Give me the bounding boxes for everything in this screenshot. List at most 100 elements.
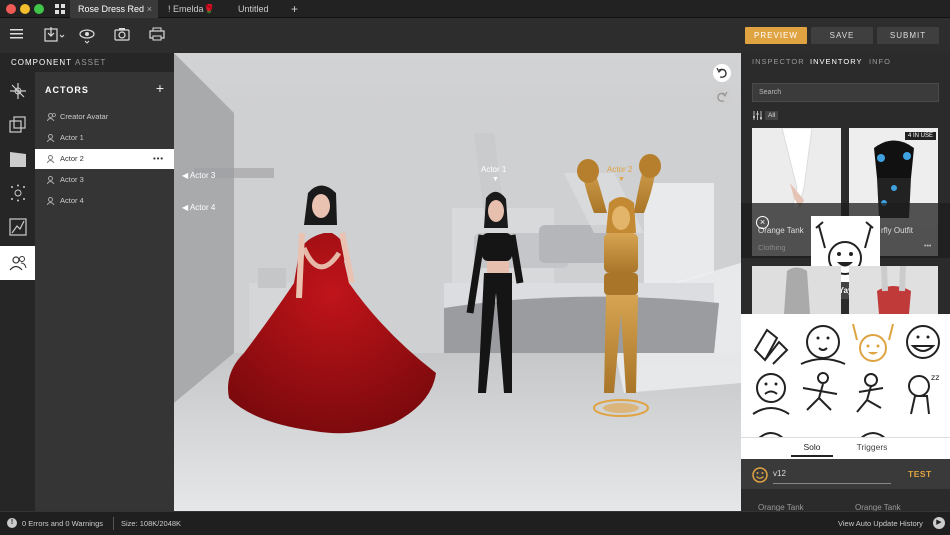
close-tab-icon[interactable]: × <box>147 0 152 18</box>
actor-label: Actor 2 <box>60 154 84 163</box>
actor-label: Actor 3 <box>60 175 84 184</box>
actor-4-marker[interactable]: ◀ Actor 4 <box>182 203 215 212</box>
emote-input-row: v12 TEST <box>741 459 950 489</box>
emote-dance[interactable] <box>797 370 849 420</box>
layers-icon <box>9 116 26 133</box>
new-tab-button[interactable]: + <box>283 0 303 18</box>
emote-sleep[interactable]: zz <box>901 370 950 420</box>
person-icon <box>47 176 55 184</box>
tab-inventory[interactable]: INVENTORY <box>810 57 862 66</box>
camera-icon[interactable] <box>114 27 130 43</box>
card-title: Orange Tank <box>855 503 901 511</box>
emote-shrug[interactable] <box>797 320 849 370</box>
face-emote-icon <box>800 325 846 365</box>
printer-icon[interactable] <box>149 27 165 43</box>
scene-viewport[interactable]: ◀ Actor 3 ◀ Actor 4 Actor 1 ▼ Actor 2 ▼ <box>174 53 741 511</box>
tab-solo[interactable]: Solo <box>791 442 833 457</box>
card-more-icon[interactable]: ••• <box>924 243 931 250</box>
tool-graph[interactable] <box>0 210 35 244</box>
more-icon[interactable]: ••• <box>153 149 164 169</box>
actor-item[interactable]: Actor 1 <box>35 128 174 148</box>
emote-clap[interactable] <box>747 320 799 370</box>
graph-icon <box>9 218 27 236</box>
undo-button[interactable] <box>713 64 731 82</box>
submit-button[interactable]: SUBMIT <box>877 27 939 44</box>
minimize-window-button[interactable] <box>20 4 30 14</box>
actor-3-marker[interactable]: ◀ Actor 3 <box>182 171 215 180</box>
bottom-card-band: Orange Tank Orange Tank <box>741 489 950 511</box>
grid-icon[interactable] <box>55 4 65 14</box>
filter-row: All <box>753 111 779 121</box>
actor-3-label: Actor 3 <box>189 171 216 180</box>
tab-inspector[interactable]: INSPECTOR <box>752 57 805 66</box>
tab-label: Untitled <box>238 4 269 14</box>
inventory-card[interactable] <box>849 266 938 314</box>
emote-text-input[interactable]: v12 <box>773 469 891 484</box>
tool-rail <box>0 72 35 511</box>
emote-yay[interactable] <box>849 320 901 370</box>
tab-rose-dress-red[interactable]: Rose Dress Red × <box>70 0 158 18</box>
eye-icon[interactable] <box>79 27 95 44</box>
tab-label: Rose Dress Red <box>78 4 145 14</box>
actor-item[interactable]: Actor 3 <box>35 170 174 190</box>
sleep-emote-icon: zz <box>908 373 939 415</box>
people-icon <box>9 256 27 271</box>
emote-kick[interactable] <box>849 370 901 420</box>
person-icon <box>47 197 55 205</box>
room-scene <box>174 53 741 511</box>
emote-grin[interactable] <box>901 320 950 370</box>
actor-1-pointer: ▼ <box>492 176 499 183</box>
actor-1-label[interactable]: Actor 1 <box>481 165 506 174</box>
left-panel: COMPONENT ASSET ACTORS + Creator Avatar <box>0 53 174 511</box>
tool-transform[interactable] <box>0 74 35 108</box>
yay-emote-icon <box>852 323 894 362</box>
emote-sad[interactable] <box>747 370 799 420</box>
actor-label: Actor 4 <box>60 196 84 205</box>
arrow-right-icon[interactable]: ▶ <box>933 517 945 529</box>
tool-particles[interactable] <box>0 176 35 210</box>
red-top-thumbnail <box>849 266 938 314</box>
sad-emote-icon <box>752 373 790 415</box>
inventory-card[interactable] <box>752 266 841 314</box>
size-readout: Size: 108K/2048K <box>121 519 182 528</box>
menu-icon[interactable] <box>10 27 26 43</box>
tab-info[interactable]: INFO <box>869 57 891 66</box>
tool-actors[interactable] <box>0 246 35 280</box>
preview-button[interactable]: PREVIEW <box>745 27 807 44</box>
actor-item[interactable]: Creator Avatar <box>35 107 174 127</box>
person-icon <box>47 155 55 163</box>
toolbar: PREVIEW SAVE SUBMIT <box>0 18 950 53</box>
tab-untitled[interactable]: Untitled <box>230 0 290 18</box>
redo-button[interactable] <box>713 88 731 106</box>
tab-emelda[interactable]: ! Emelda🌹 <box>160 0 230 18</box>
save-button[interactable]: SAVE <box>811 27 873 44</box>
maximize-window-button[interactable] <box>34 4 44 14</box>
filter-all-chip[interactable]: All <box>765 111 779 120</box>
add-actor-button[interactable]: + <box>156 80 164 96</box>
status-bar: ! 0 Errors and 0 Warnings Size: 108K/204… <box>0 511 950 535</box>
in-use-badge: 4 IN USE <box>904 132 936 140</box>
emoji-icon[interactable] <box>752 467 768 483</box>
actor-2-label[interactable]: Actor 2 <box>607 165 632 174</box>
auto-update-history-link[interactable]: View Auto Update History <box>838 519 923 528</box>
actor-4-label: Actor 4 <box>189 203 216 212</box>
test-button[interactable]: TEST <box>908 469 932 479</box>
info-icon: ! <box>7 518 17 528</box>
actor-label: Actor 1 <box>60 133 84 142</box>
tab-triggers[interactable]: Triggers <box>851 442 893 452</box>
filter-icon[interactable] <box>753 111 762 120</box>
tool-animation[interactable] <box>0 142 35 176</box>
tool-layers[interactable] <box>0 108 35 142</box>
person-icon <box>47 134 55 142</box>
close-window-button[interactable] <box>6 4 16 14</box>
error-summary[interactable]: 0 Errors and 0 Warnings <box>22 519 103 528</box>
actor-item[interactable]: Actor 4 <box>35 191 174 211</box>
dance-emote-icon <box>802 372 838 411</box>
tab-component[interactable]: COMPONENT <box>11 53 72 72</box>
import-icon[interactable] <box>44 27 65 43</box>
actor-item[interactable]: Actor 2 ••• <box>35 149 174 169</box>
tab-asset[interactable]: ASSET <box>75 53 106 72</box>
search-input[interactable]: Search <box>752 83 939 102</box>
close-emote-button[interactable]: × <box>756 216 769 229</box>
tab-label: ! Emelda🌹 <box>168 4 215 14</box>
